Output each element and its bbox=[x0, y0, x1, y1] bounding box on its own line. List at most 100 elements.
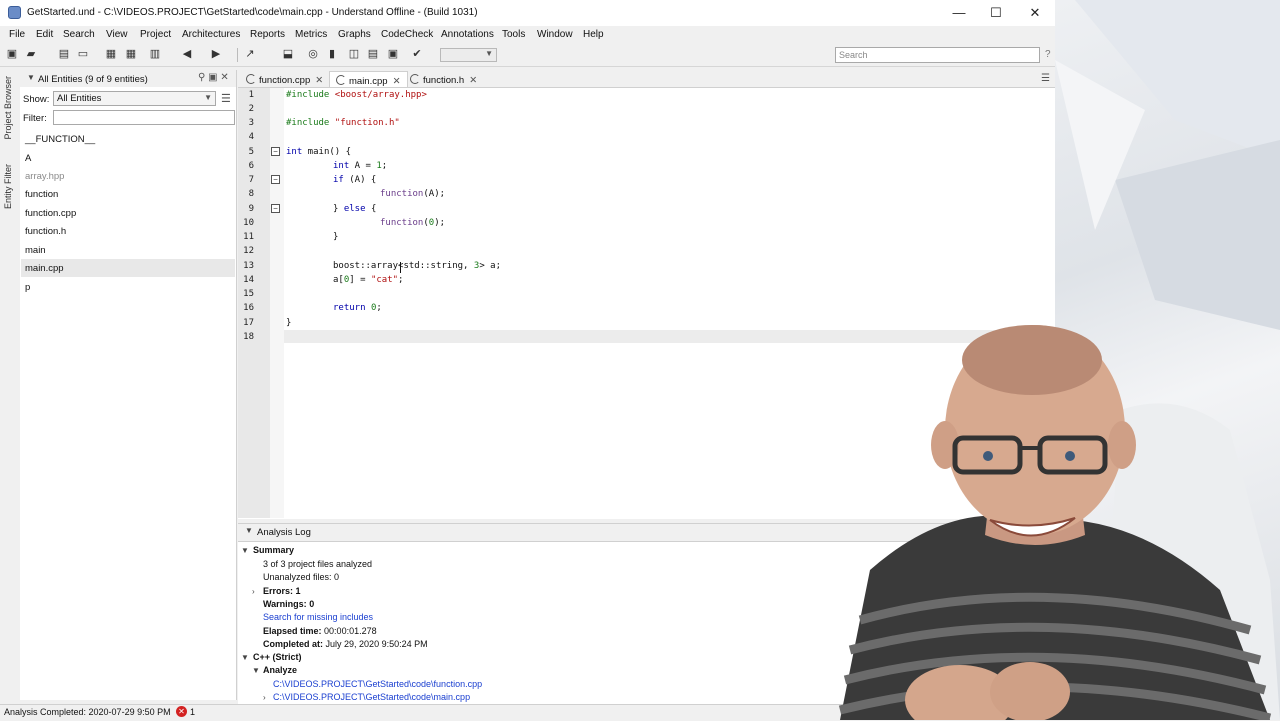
layout-rows-icon[interactable]: ▤ bbox=[366, 47, 380, 61]
collapse-arrow-icon[interactable]: ▼ bbox=[27, 73, 35, 82]
tab-project-browser[interactable]: Project Browser bbox=[3, 76, 13, 140]
menu-edit[interactable]: Edit bbox=[36, 29, 53, 40]
new-file-icon[interactable]: ▤ bbox=[57, 47, 71, 61]
maximize-button[interactable]: ☐ bbox=[981, 2, 1011, 24]
line-number: 17 bbox=[243, 318, 254, 328]
tab-function-h[interactable]: function.h ✕ bbox=[404, 71, 483, 87]
book-icon[interactable]: ▮ bbox=[325, 47, 339, 61]
keyword: return bbox=[333, 303, 366, 313]
menu-graphs[interactable]: Graphs bbox=[338, 29, 371, 40]
error-count[interactable]: 1 bbox=[190, 707, 195, 717]
log-analyzed: 3 of 3 project files analyzed bbox=[263, 559, 373, 569]
code-line: } else { bbox=[333, 204, 376, 214]
log-file-link[interactable]: C:\VIDEOS.PROJECT\GetStarted\code\main.c… bbox=[273, 692, 470, 702]
collapse-arrow-icon[interactable]: ▼ bbox=[245, 526, 253, 535]
menu-project[interactable]: Project bbox=[140, 29, 171, 40]
menu-annotations[interactable]: Annotations bbox=[441, 29, 494, 40]
log-file-link[interactable]: C:\VIDEOS.PROJECT\GetStarted\code\functi… bbox=[273, 679, 482, 689]
layout-split-icon[interactable]: ◫ bbox=[347, 47, 361, 61]
fold-toggle-icon[interactable]: − bbox=[271, 175, 280, 184]
line-number: 2 bbox=[248, 104, 254, 114]
new-project-icon[interactable]: ▣ bbox=[5, 47, 19, 61]
open-project-icon[interactable]: ▰ bbox=[24, 47, 38, 61]
entity-item[interactable]: array.hpp bbox=[25, 171, 64, 182]
line-number: 18 bbox=[243, 332, 254, 342]
search-missing-includes-link[interactable]: Search for missing includes bbox=[263, 612, 373, 622]
fold-toggle-icon[interactable]: − bbox=[271, 147, 280, 156]
entity-item[interactable]: p bbox=[25, 282, 30, 293]
line-number: 1 bbox=[248, 90, 254, 100]
fold-toggle-icon[interactable]: − bbox=[271, 204, 280, 213]
list-menu-icon[interactable]: ☰ bbox=[221, 92, 231, 105]
globe-icon[interactable]: ◎ bbox=[306, 47, 320, 61]
show-label: Show: bbox=[23, 94, 50, 105]
keyword: int bbox=[333, 161, 350, 171]
menu-reports[interactable]: Reports bbox=[250, 29, 285, 40]
close-button[interactable]: ✕ bbox=[1020, 2, 1050, 24]
tab-label: function.h bbox=[423, 75, 465, 86]
tabs-menu-icon[interactable]: ☰ bbox=[1041, 73, 1050, 84]
layout-window-icon[interactable]: ▣ bbox=[386, 47, 400, 61]
tab-function-cpp[interactable]: function.cpp ✕ bbox=[240, 71, 329, 87]
entity-item[interactable]: function.cpp bbox=[25, 208, 76, 219]
entity-item-selected[interactable]: main.cpp bbox=[25, 263, 64, 274]
filter-label: Filter: bbox=[23, 113, 47, 124]
help-icon[interactable]: ? bbox=[1045, 49, 1051, 60]
entity-item[interactable]: function.h bbox=[25, 226, 66, 237]
code-line: #include "function.h" bbox=[286, 118, 400, 128]
expand-arrow-icon[interactable]: ▼ bbox=[241, 653, 249, 662]
menu-search[interactable]: Search bbox=[63, 29, 95, 40]
expand-arrow-icon[interactable]: › bbox=[252, 587, 255, 596]
entity-item[interactable]: A bbox=[25, 153, 31, 164]
panel-controls-icon[interactable]: ⚲ ▣ ✕ bbox=[198, 72, 229, 83]
print-icon[interactable]: ▥ bbox=[148, 47, 162, 61]
expand-arrow-icon[interactable]: › bbox=[263, 693, 266, 702]
menu-window[interactable]: Window bbox=[537, 29, 573, 40]
save-all-icon[interactable]: ▦ bbox=[124, 47, 138, 61]
forward-arrow-icon[interactable]: ▶ bbox=[209, 47, 223, 61]
filter-input[interactable] bbox=[53, 110, 235, 125]
line-number: 15 bbox=[243, 289, 254, 299]
line-number: 14 bbox=[243, 275, 254, 285]
search-input[interactable]: Search bbox=[835, 47, 1040, 63]
line-number: 6 bbox=[248, 161, 254, 171]
preprocessor-keyword: #include bbox=[286, 118, 330, 128]
log-elapsed-label: Elapsed time: bbox=[263, 626, 322, 636]
menu-view[interactable]: View bbox=[106, 29, 128, 40]
tab-main-cpp[interactable]: main.cpp ✕ bbox=[329, 71, 408, 87]
menu-file[interactable]: File bbox=[9, 29, 25, 40]
back-arrow-icon[interactable]: ◀ bbox=[180, 47, 194, 61]
expand-arrow-icon[interactable]: ▼ bbox=[252, 666, 260, 675]
open-folder-icon[interactable]: ▭ bbox=[76, 47, 90, 61]
expand-arrow-icon[interactable]: ▼ bbox=[241, 546, 249, 555]
menu-architectures[interactable]: Architectures bbox=[182, 29, 240, 40]
close-icon[interactable]: ✕ bbox=[315, 75, 323, 86]
close-icon[interactable]: ✕ bbox=[393, 76, 401, 87]
code-line: return 0; bbox=[333, 303, 382, 313]
save-icon[interactable]: ▦ bbox=[104, 47, 118, 61]
metrics-graph-icon[interactable]: ↗ bbox=[243, 47, 257, 61]
entity-item[interactable]: function bbox=[25, 189, 58, 200]
entity-item[interactable]: main bbox=[25, 245, 46, 256]
line-number: 4 bbox=[248, 132, 254, 142]
analyze-icon[interactable]: ⬓ bbox=[281, 47, 295, 61]
log-errors[interactable]: Errors: 1 bbox=[263, 586, 301, 596]
menu-help[interactable]: Help bbox=[583, 29, 604, 40]
tab-entity-filter[interactable]: Entity Filter bbox=[3, 164, 13, 209]
show-select[interactable]: All Entities ▼ bbox=[53, 91, 216, 106]
toolbar-combo[interactable]: ▼ bbox=[440, 48, 497, 62]
menu-codecheck[interactable]: CodeCheck bbox=[381, 29, 433, 40]
line-number: 3 bbox=[248, 118, 254, 128]
code-text: > a; bbox=[479, 261, 501, 271]
link-text: C:\VIDEOS.PROJECT\GetStarted\code\functi… bbox=[273, 679, 483, 689]
close-icon[interactable]: ✕ bbox=[469, 75, 477, 86]
code-text: ] = bbox=[349, 275, 371, 285]
keyword: else bbox=[343, 204, 366, 214]
error-icon[interactable]: ✕ bbox=[176, 706, 187, 717]
cpp-file-icon bbox=[336, 75, 346, 85]
checkmark-icon[interactable]: ✔ bbox=[410, 47, 424, 61]
minimize-button[interactable]: — bbox=[944, 2, 974, 24]
menu-tools[interactable]: Tools bbox=[502, 29, 525, 40]
menu-metrics[interactable]: Metrics bbox=[295, 29, 327, 40]
entity-item[interactable]: __FUNCTION__ bbox=[25, 134, 95, 145]
